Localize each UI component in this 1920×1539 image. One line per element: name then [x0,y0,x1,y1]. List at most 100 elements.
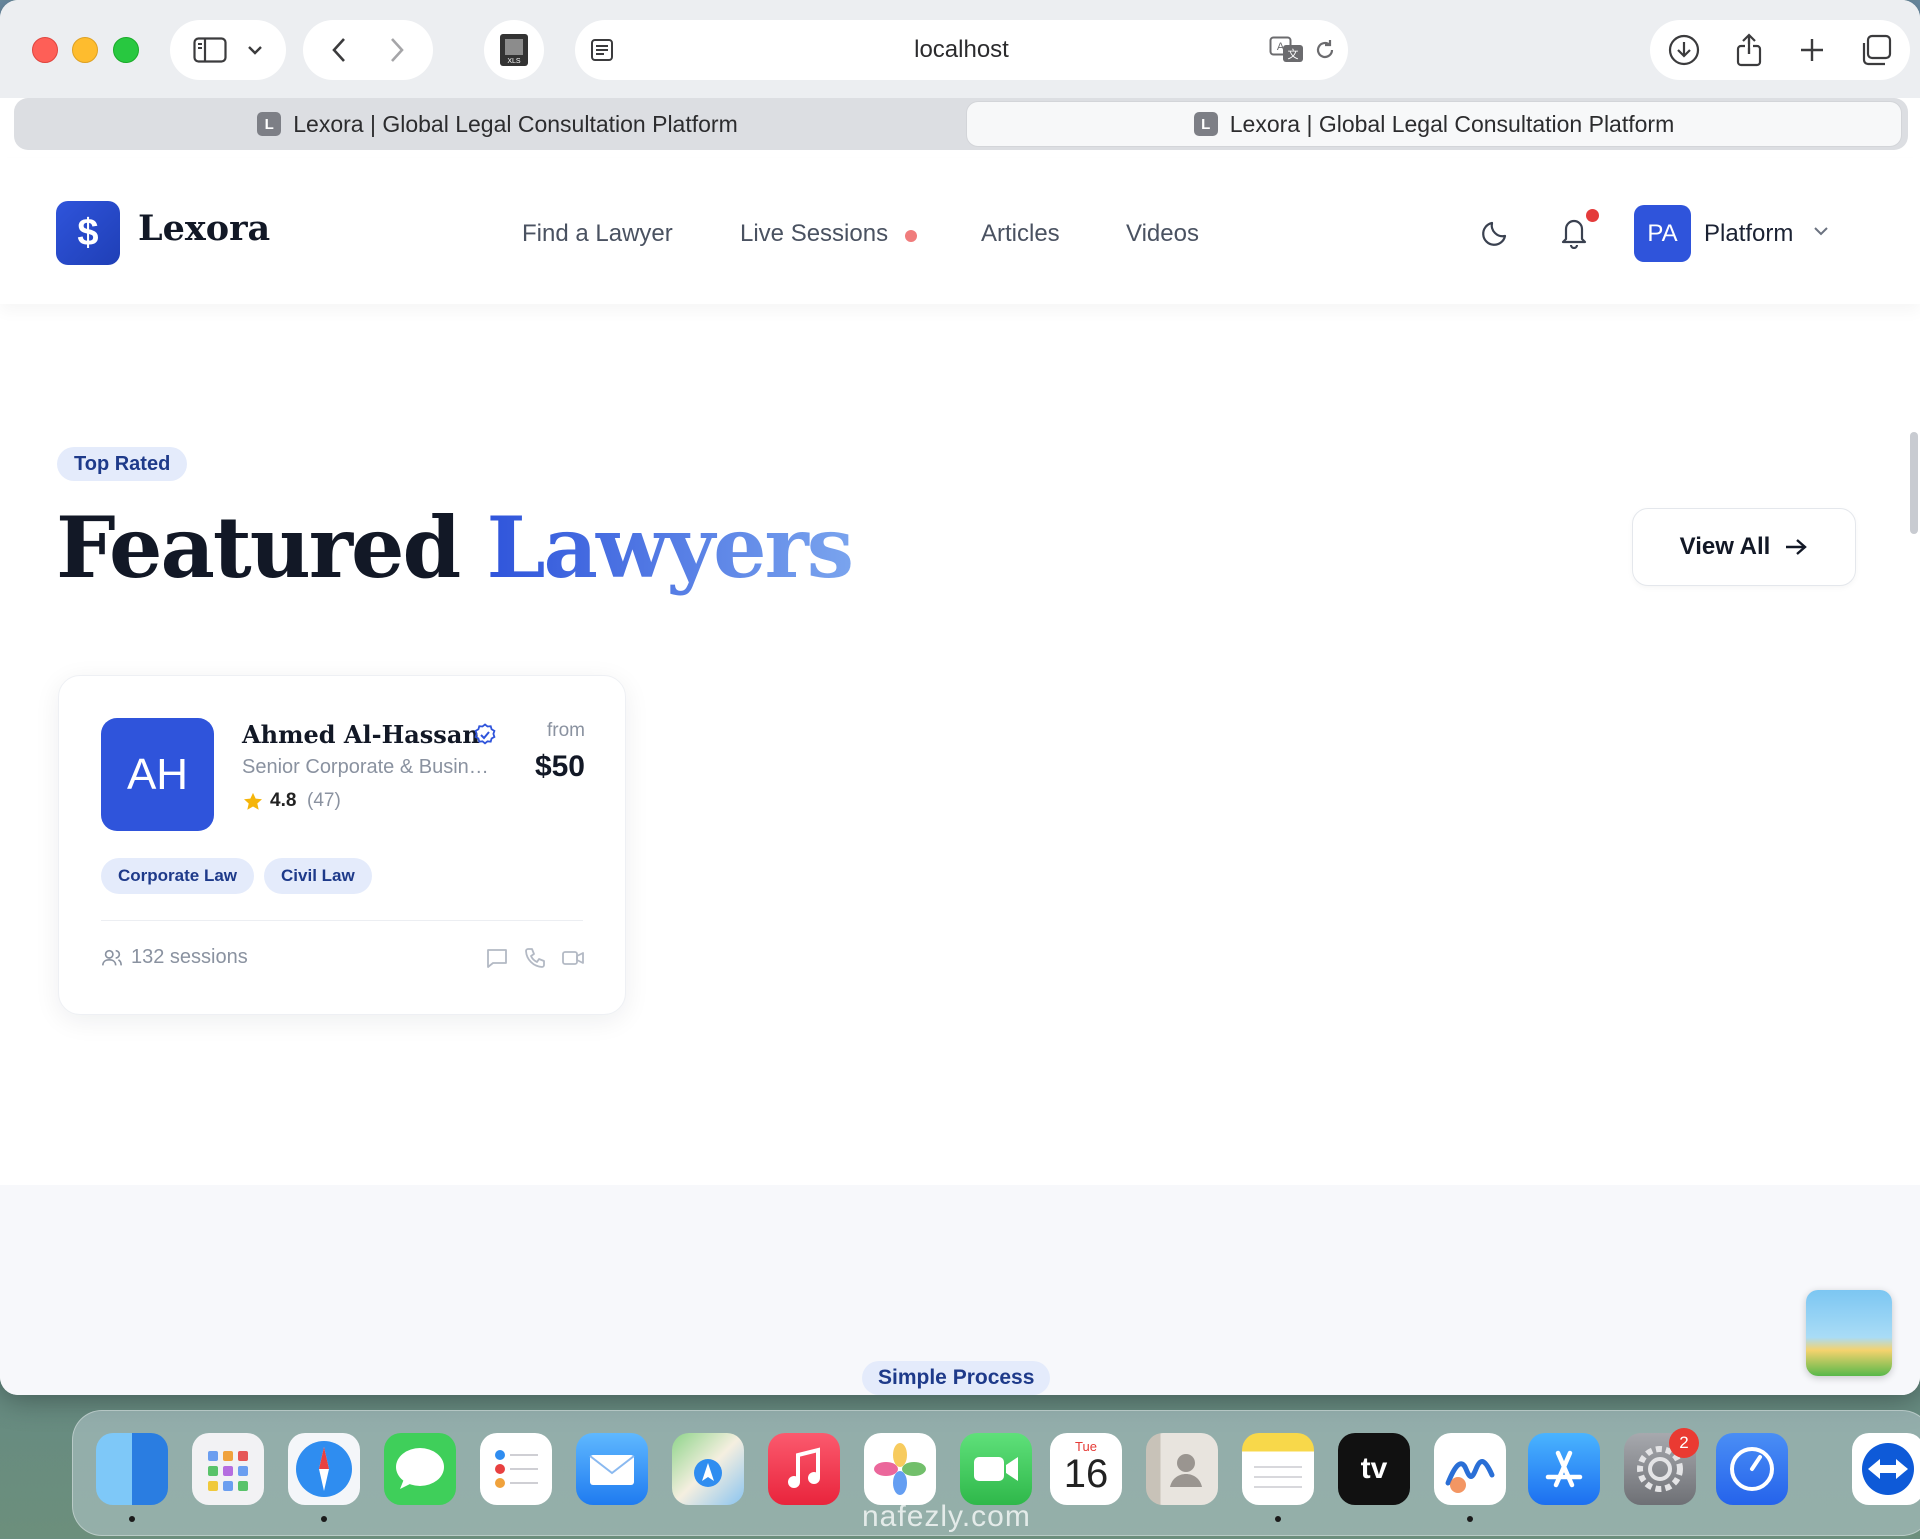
chevron-down-icon[interactable] [247,45,263,55]
user-menu-label[interactable]: Platform [1704,220,1793,248]
reload-icon[interactable] [1313,38,1337,62]
tab-favicon-icon: L [257,112,282,136]
tab-inactive[interactable]: L Lexora | Global Legal Consultation Pla… [20,102,975,146]
lawyer-card[interactable]: AH Ahmed Al-Hassan Senior Corporate & Bu… [58,675,626,1015]
lawyer-name[interactable]: Ahmed Al-Hassan [242,720,480,749]
launchpad-icon[interactable] [192,1433,264,1505]
nav-live-sessions[interactable]: Live Sessions [740,220,888,248]
nav-videos[interactable]: Videos [1126,220,1199,248]
sidebar-icon[interactable] [193,37,227,63]
lawyer-avatar: AH [101,718,214,831]
nav-find-lawyer[interactable]: Find a Lawyer [522,220,673,248]
browser-toolbar: XLS localhost A文 [0,0,1920,98]
sidebar-controls [170,20,286,80]
apple-tv-icon[interactable]: tv [1338,1433,1410,1505]
users-icon [102,949,122,965]
lawyer-title: Senior Corporate & Business Lawyer [242,756,492,778]
translate-icon[interactable]: A文 [1269,36,1305,64]
minimize-window-button[interactable] [72,37,98,63]
logo-icon[interactable]: $ [56,201,120,265]
sessions-info: 132 sessions [101,946,248,969]
sessions-count: 132 sessions [131,946,248,968]
running-indicator [129,1516,135,1522]
xls-file-icon[interactable]: XLS [498,33,530,67]
tab-favicon-icon: L [1193,112,1218,136]
tab-active[interactable]: L Lexora | Global Legal Consultation Pla… [967,102,1901,146]
watermark-text: nafezly.com [862,1500,1031,1533]
safari-icon[interactable] [288,1433,360,1505]
close-window-button[interactable] [32,37,58,63]
section-title: Featured Lawyers [56,498,854,597]
calendar-date: 16 [1063,1452,1109,1496]
running-indicator [1275,1516,1281,1522]
svg-text:文: 文 [1288,47,1299,61]
download-icon[interactable] [1668,34,1700,66]
history-controls [303,20,433,80]
lawyer-rating: 4.8 [270,790,297,811]
practice-area-tags: Corporate Law Civil Law [101,858,372,894]
dark-mode-toggle-moon-icon[interactable] [1480,216,1512,248]
tab-bar: L Lexora | Global Legal Consultation Pla… [14,98,1908,150]
tag-civil-law[interactable]: Civil Law [264,858,372,894]
reminders-icon[interactable] [480,1433,552,1505]
card-divider [101,920,583,921]
phone-icon[interactable] [523,946,547,975]
title-accent: Lawyers [486,498,854,597]
site-header: $ Lexora Find a Lawyer Live Sessions Art… [0,158,1920,304]
forward-icon[interactable] [389,36,405,64]
teamviewer-icon[interactable] [1852,1433,1920,1505]
facetime-icon[interactable] [960,1433,1032,1505]
top-rated-badge: Top Rated [57,447,188,481]
title-main: Featured [56,498,461,597]
settings-notification-badge: 2 [1669,1428,1699,1458]
new-tab-icon[interactable] [1799,37,1825,63]
share-icon[interactable] [1735,33,1763,67]
maps-icon[interactable] [672,1433,744,1505]
finder-icon[interactable] [96,1433,168,1505]
music-icon[interactable] [768,1433,840,1505]
view-all-button[interactable]: View All [1632,508,1856,586]
video-call-icon[interactable] [561,946,585,975]
tab-overview-icon[interactable] [1860,34,1892,66]
zoom-window-button[interactable] [113,37,139,63]
screen-time-icon[interactable] [1716,1433,1788,1505]
user-avatar[interactable]: PA [1634,205,1691,262]
notes-icon[interactable] [1242,1433,1314,1505]
star-icon [242,791,264,818]
url-text[interactable]: localhost [575,20,1348,80]
svg-text:XLS: XLS [507,58,521,65]
chat-icon[interactable] [485,946,509,975]
lawyer-review-count: (47) [307,790,341,811]
chevron-down-icon[interactable] [1813,226,1829,236]
browser-window: XLS localhost A文 L Lexora | Global Legal… [0,0,1920,1395]
nav-articles[interactable]: Articles [981,220,1060,248]
bell-icon[interactable] [1558,215,1590,249]
browser-actions [1650,20,1910,80]
lawyer-price: $50 [534,750,585,783]
running-indicator [1467,1516,1473,1522]
app-store-icon[interactable] [1528,1433,1600,1505]
extension-slot: XLS [484,20,544,80]
simple-process-badge: Simple Process [862,1361,1051,1395]
contact-options [485,946,585,975]
arrow-right-icon [1786,539,1808,555]
freeform-icon[interactable] [1434,1433,1506,1505]
page-scrollbar[interactable] [1910,432,1918,534]
view-all-label: View All [1679,533,1771,560]
messages-icon[interactable] [384,1433,456,1505]
verified-icon [473,723,497,752]
tab-title: Lexora | Global Legal Consultation Platf… [1229,110,1675,137]
running-indicator [321,1516,327,1522]
photos-icon[interactable] [864,1433,936,1505]
tab-title: Lexora | Global Legal Consultation Platf… [293,110,738,137]
brand-name[interactable]: Lexora [138,208,270,249]
tag-corporate-law[interactable]: Corporate Law [101,858,255,894]
price-from-label: from [547,720,585,741]
address-bar[interactable]: localhost A文 [575,20,1348,80]
contacts-icon[interactable] [1146,1433,1218,1505]
back-icon[interactable] [331,36,347,64]
island-widget-icon[interactable] [1806,1290,1892,1376]
notification-badge [1586,209,1599,222]
calendar-icon[interactable]: Tue 16 [1050,1433,1122,1505]
mail-icon[interactable] [576,1433,648,1505]
